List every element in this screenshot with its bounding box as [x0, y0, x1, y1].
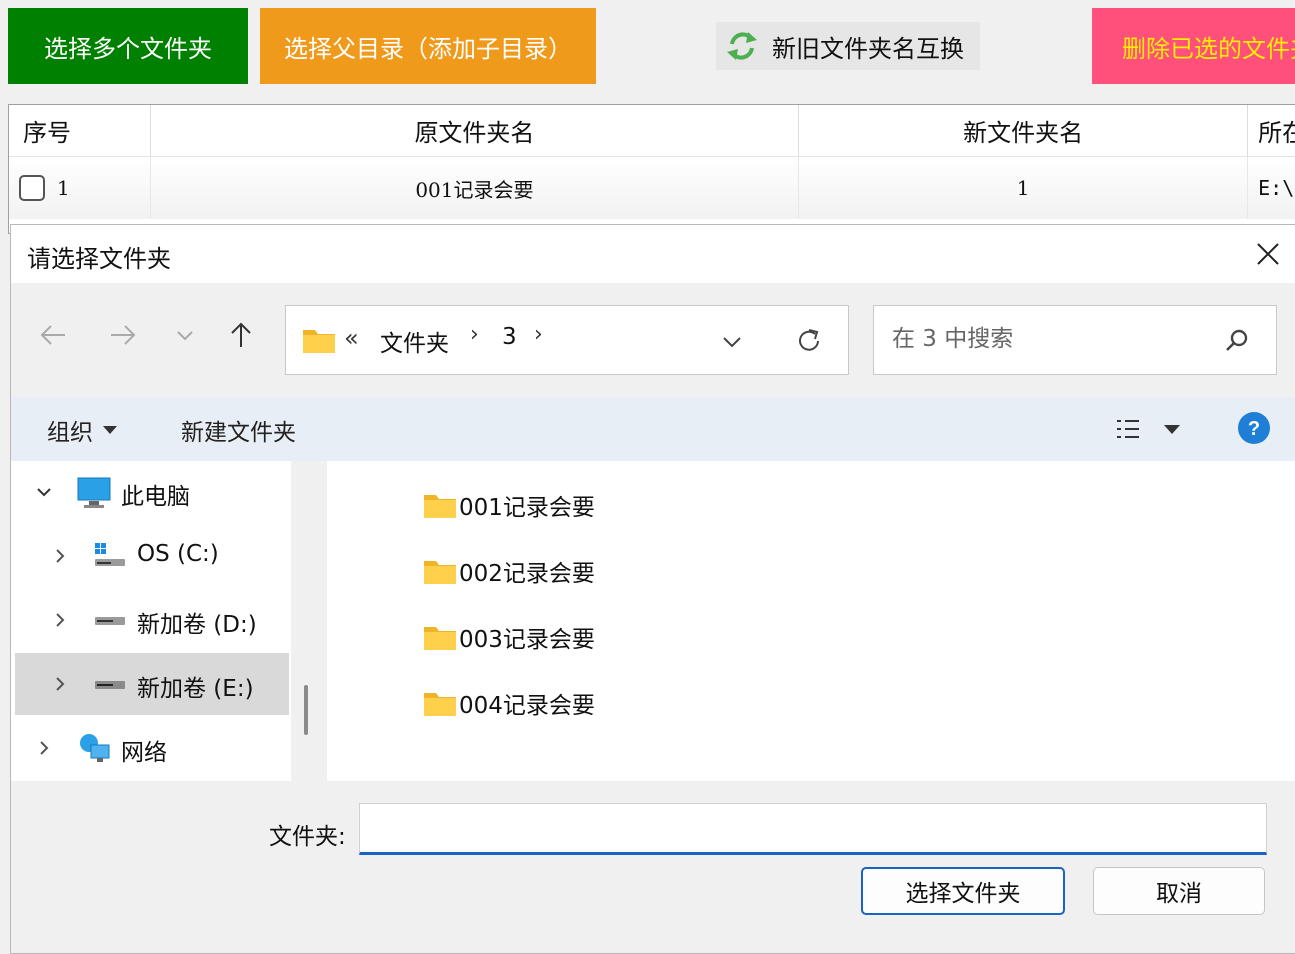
tree-label: OS (C:)	[137, 541, 219, 567]
back-arrow-icon[interactable]	[37, 319, 69, 351]
path-cell: E:\	[1248, 157, 1295, 219]
breadcrumb-separator[interactable]: ›	[534, 322, 543, 347]
list-item[interactable]: 002记录会要	[423, 551, 595, 591]
row-index: 1	[57, 176, 70, 200]
swap-names-label: 新旧文件夹名互换	[772, 34, 964, 63]
organize-menu[interactable]: 组织	[47, 413, 117, 447]
swap-names-button[interactable]: 新旧文件夹名互换	[716, 22, 980, 70]
column-header-index[interactable]: 序号	[9, 105, 151, 156]
row-index-cell: 1	[9, 157, 151, 219]
delete-selected-button[interactable]: 删除已选的文件夹	[1092, 8, 1295, 84]
cancel-button[interactable]: 取消	[1093, 867, 1265, 915]
folder-name: 004记录会要	[459, 693, 595, 719]
folder-icon	[424, 561, 456, 584]
view-options-caret-icon[interactable]	[1164, 425, 1180, 434]
folder-name: 003记录会要	[459, 627, 595, 653]
up-arrow-icon[interactable]	[225, 319, 257, 351]
details-view-icon[interactable]	[1115, 415, 1143, 443]
folder-name-input[interactable]	[359, 803, 1267, 855]
windows-drive-icon	[95, 543, 125, 566]
command-bar: 组织 新建文件夹 ?	[11, 397, 1295, 461]
folder-picker-dialog: 请选择文件夹 « 文件夹 › 3 › 在 3 中搜索 组织 新建文件夹 ? 此电…	[10, 224, 1295, 954]
close-icon[interactable]	[1251, 237, 1285, 271]
folder-name: 002记录会要	[459, 561, 595, 587]
folder-icon	[424, 495, 456, 518]
select-parent-directory-button[interactable]: 选择父目录（添加子目录）	[260, 8, 596, 84]
breadcrumb-separator[interactable]: ›	[470, 322, 479, 347]
navigation-tree: 此电脑 OS (C:) 新加卷 (D:) 新加卷 (E:) 网络	[11, 461, 291, 781]
search-box[interactable]	[873, 305, 1277, 375]
chevron-right-icon[interactable]	[51, 611, 69, 629]
tree-label: 新加卷 (E:)	[137, 676, 254, 702]
drive-icon	[95, 681, 125, 689]
row-checkbox[interactable]	[19, 175, 45, 201]
navigation-bar: « 文件夹 › 3 ›	[11, 283, 1295, 397]
breadcrumb-segment[interactable]: 文件夹	[380, 324, 449, 358]
list-item[interactable]: 004记录会要	[423, 683, 595, 723]
chevron-right-icon[interactable]	[51, 547, 69, 565]
svg-text:?: ?	[1248, 418, 1260, 440]
swap-arrows-icon	[727, 32, 757, 60]
folder-list: 001记录会要 002记录会要 003记录会要 004记录会要	[327, 461, 1295, 781]
new-folder-button[interactable]: 新建文件夹	[181, 413, 296, 447]
dialog-title: 请选择文件夹	[27, 245, 171, 273]
column-header-old-name[interactable]: 原文件夹名	[151, 105, 800, 156]
column-header-new-name[interactable]: 新文件夹名	[799, 105, 1249, 156]
old-name-cell: 001记录会要	[151, 157, 800, 219]
tree-label: 新加卷 (D:)	[137, 612, 257, 638]
select-folder-button[interactable]: 选择文件夹	[861, 867, 1065, 915]
table-row[interactable]: 1 001记录会要 1 E:\	[9, 157, 1295, 219]
tree-item-drive-c[interactable]: OS (C:)	[15, 525, 289, 587]
address-overflow[interactable]: «	[344, 324, 359, 352]
search-icon[interactable]	[1222, 326, 1252, 356]
tree-label: 网络	[121, 740, 167, 766]
grid-header: 序号 原文件夹名 新文件夹名 所在	[9, 105, 1295, 157]
folder-icon	[424, 693, 456, 716]
computer-icon	[77, 477, 111, 508]
tree-item-drive-e[interactable]: 新加卷 (E:)	[15, 653, 289, 715]
tree-item-network[interactable]: 网络	[15, 717, 289, 779]
select-multiple-folders-button[interactable]: 选择多个文件夹	[8, 8, 248, 84]
breadcrumb-segment[interactable]: 3	[502, 324, 517, 350]
address-bar[interactable]: « 文件夹 › 3 ›	[285, 305, 849, 375]
folder-icon	[424, 627, 456, 650]
forward-arrow-icon[interactable]	[107, 319, 139, 351]
folder-name: 001记录会要	[459, 495, 595, 521]
new-name-cell: 1	[799, 157, 1249, 219]
folder-grid: 序号 原文件夹名 新文件夹名 所在 1 001记录会要 1 E:\	[8, 104, 1295, 234]
recent-locations-chevron-icon[interactable]	[169, 319, 201, 351]
search-input[interactable]	[892, 326, 1212, 352]
network-icon	[80, 734, 110, 762]
tree-item-this-pc[interactable]: 此电脑	[15, 461, 289, 523]
help-icon[interactable]: ?	[1237, 411, 1271, 445]
chevron-down-icon[interactable]	[720, 332, 744, 352]
refresh-icon[interactable]	[794, 326, 824, 356]
organize-label: 组织	[47, 420, 93, 446]
tree-scrollbar[interactable]	[304, 685, 308, 735]
column-header-path[interactable]: 所在	[1248, 105, 1295, 156]
list-item[interactable]: 001记录会要	[423, 485, 595, 525]
chevron-right-icon[interactable]	[35, 739, 53, 757]
caret-down-icon	[103, 426, 117, 434]
tree-item-drive-d[interactable]: 新加卷 (D:)	[15, 589, 289, 651]
folder-field-label: 文件夹:	[269, 824, 346, 850]
drive-icon	[95, 617, 125, 625]
chevron-down-icon[interactable]	[35, 483, 53, 501]
dialog-titlebar: 请选择文件夹	[11, 225, 1295, 283]
folder-icon	[303, 330, 335, 353]
tree-label: 此电脑	[121, 484, 190, 510]
list-item[interactable]: 003记录会要	[423, 617, 595, 657]
chevron-right-icon[interactable]	[51, 675, 69, 693]
